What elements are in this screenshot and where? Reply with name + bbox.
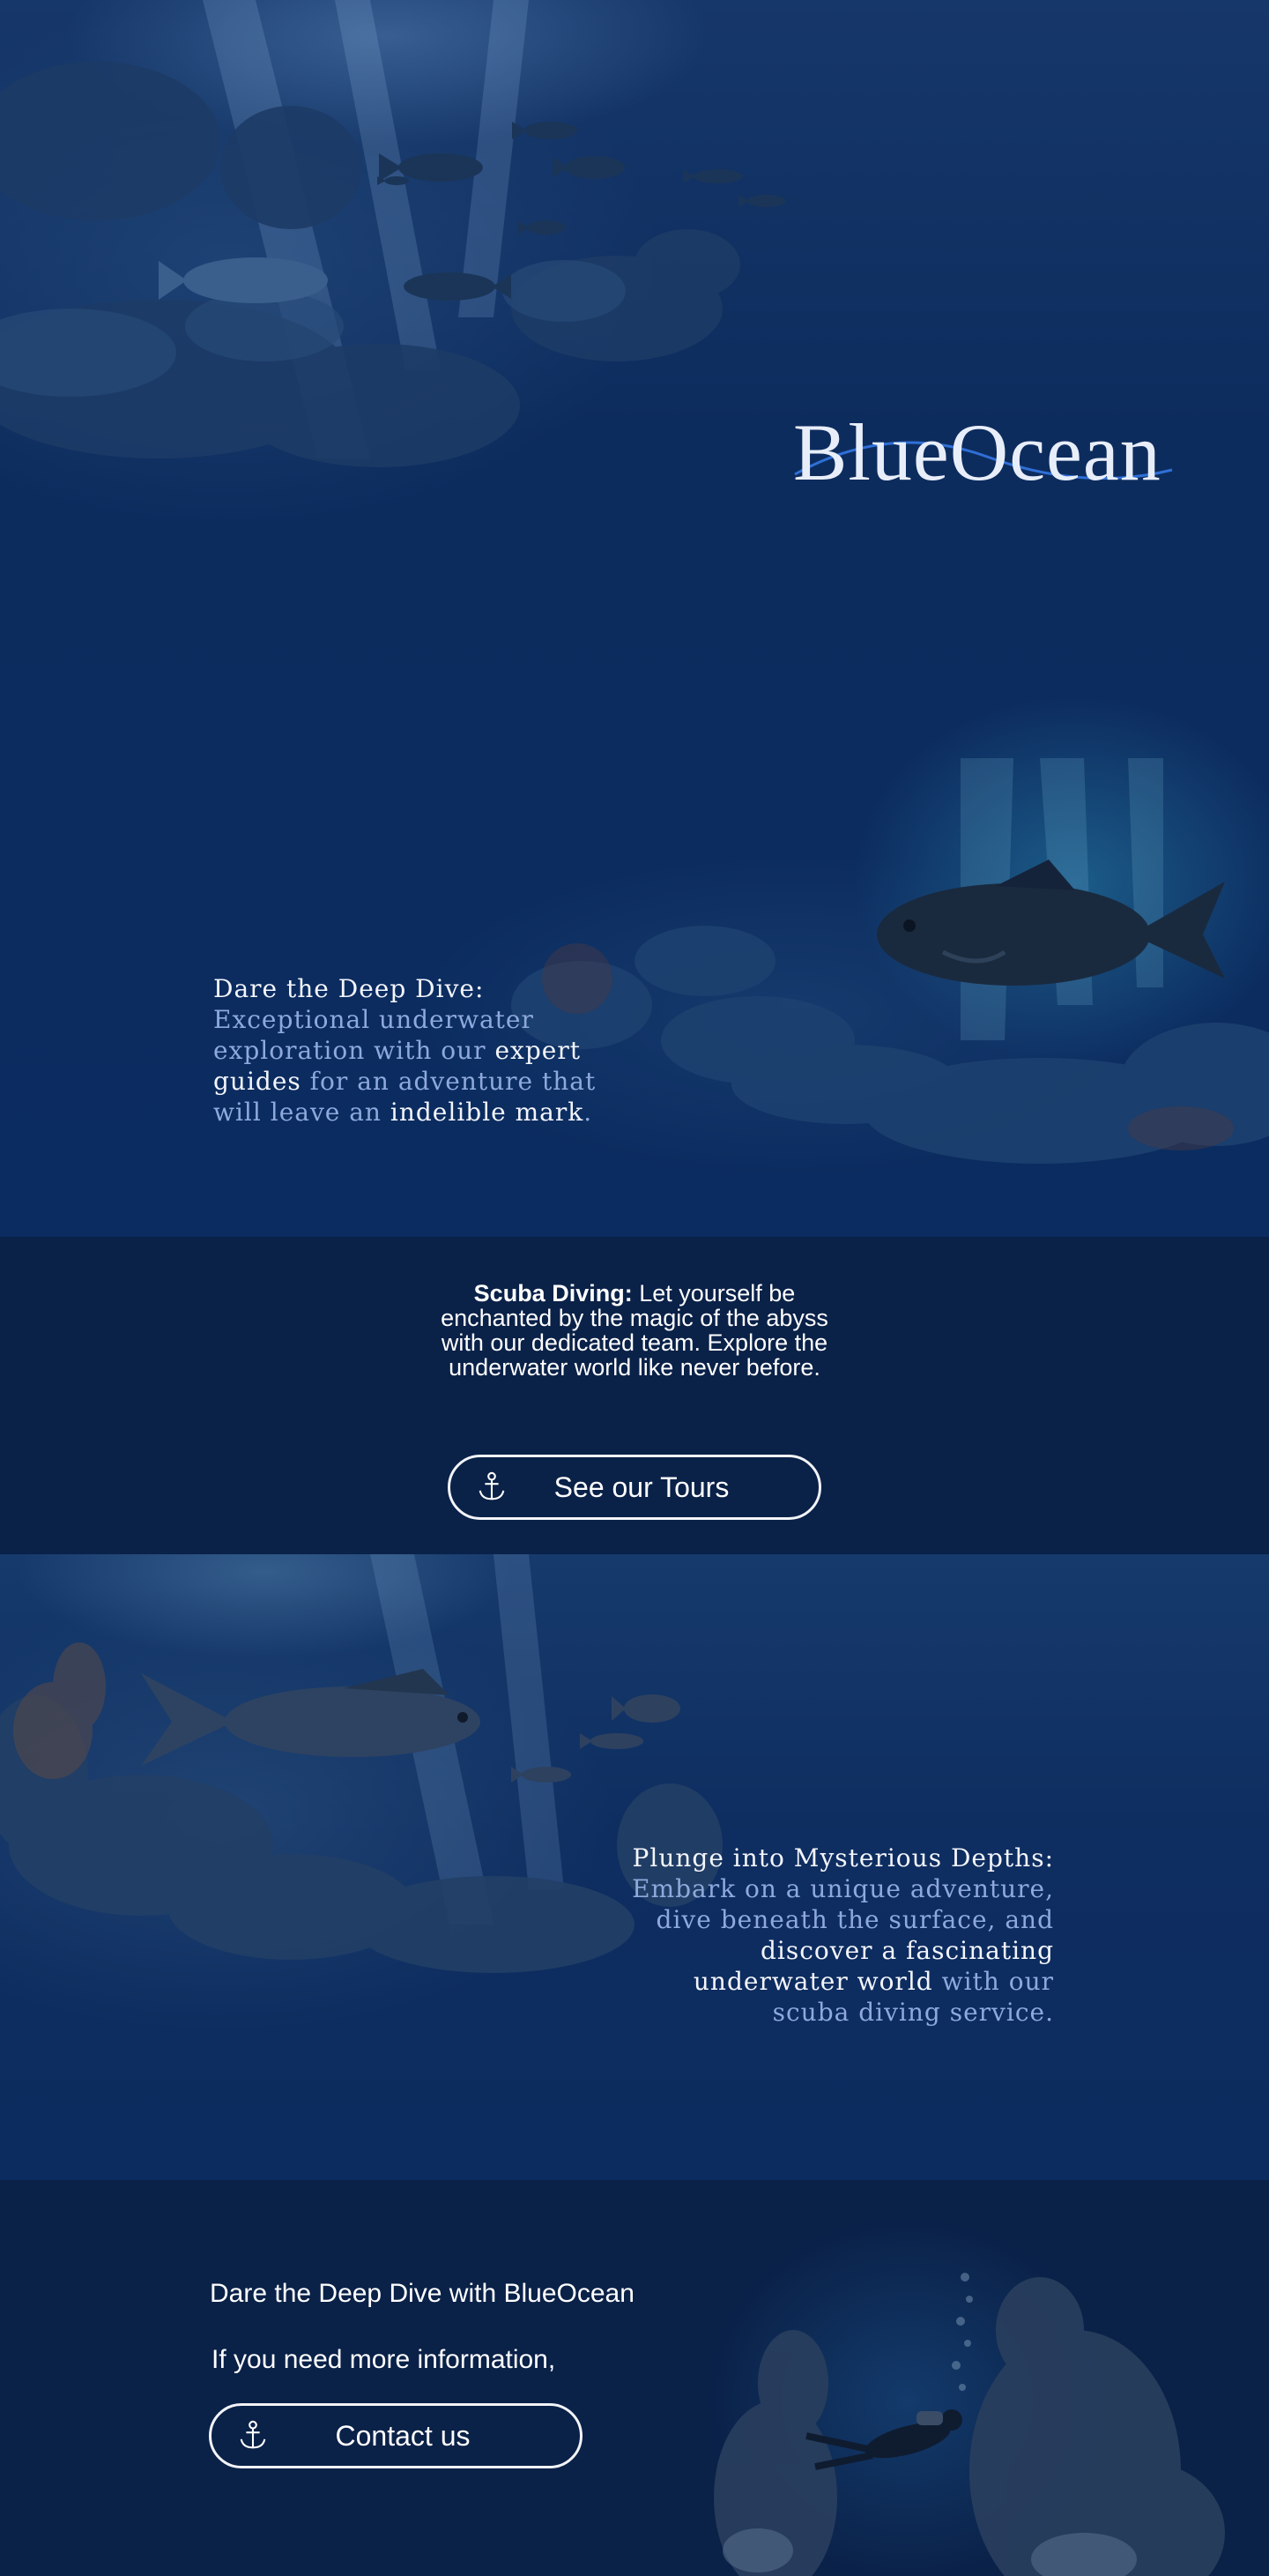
anchor-icon [479,1471,505,1500]
brand-logo[interactable]: BlueOcean [793,406,1161,499]
plunge-tagline-text: Embark on a unique adventure, dive benea… [632,1874,1054,1934]
see-tours-button-label: See our Tours [553,1470,730,1503]
anchor-icon [240,2420,266,2449]
diver-reef-illustration [714,2273,1225,2576]
scuba-description: Scuba Diving: Let yourself be enchanted … [441,1281,828,1380]
hero-tagline-text: Exceptional underwater exploration with … [213,1005,534,1065]
scuba-description-lead: Scuba Diving: [473,1280,633,1307]
plunge-section: Plunge into Mysterious Depths: Embark on… [0,1554,1269,2180]
hero-tagline-highlight: indelible mark [390,1098,584,1127]
see-tours-button[interactable]: See our Tours [448,1455,821,1520]
hero-section: BlueOcean Dare the Deep Dive: Exceptiona… [0,0,1269,1237]
hero-tagline-lead: Dare the Deep Dive: [213,974,485,1003]
hero-tagline: Dare the Deep Dive: Exceptional underwat… [213,973,619,1128]
plunge-tagline: Plunge into Mysterious Depths: Embark on… [617,1843,1054,2028]
scuba-diving-section: Scuba Diving: Let yourself be enchanted … [0,1237,1269,1554]
contact-us-button[interactable]: Contact us [209,2403,583,2468]
contact-us-button-label: Contact us [335,2419,471,2452]
contact-title: Dare the Deep Dive with BlueOcean [210,2279,634,2308]
contact-subtitle: If you need more information, [212,2345,556,2374]
plunge-tagline-lead: Plunge into Mysterious Depths: [632,1843,1054,1872]
underwater-reef-illustration [0,0,1269,1164]
hero-tagline-text: . [583,1098,593,1127]
contact-section: Dare the Deep Dive with BlueOcean If you… [0,2180,1269,2576]
